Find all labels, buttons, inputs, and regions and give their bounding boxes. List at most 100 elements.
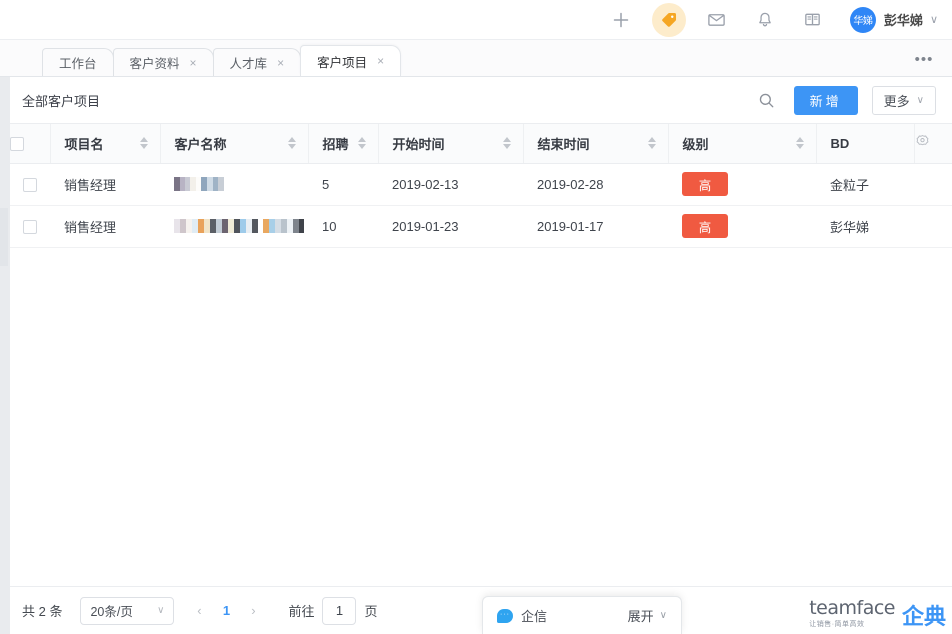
cell-project: 销售经理 (50, 205, 160, 248)
column-header-end-time[interactable]: 结束时间 (522, 124, 668, 164)
column-label: 开始时间 (392, 136, 445, 152)
column-header-level[interactable]: 级别 (667, 124, 816, 164)
chat-expand-button[interactable]: 展开 ∨ (628, 606, 667, 625)
cell-bd: 彭华娣 (816, 205, 914, 248)
mail-icon[interactable] (700, 3, 734, 37)
page-unit-label: 页 (364, 604, 378, 619)
column-header-project[interactable]: 项目名 (49, 124, 160, 164)
user-menu[interactable]: 华娣 彭华娣 ∨ (849, 6, 938, 33)
chevron-down-icon: ∨ (157, 605, 165, 616)
status-badge: 高 (682, 172, 728, 196)
tab-customer-project[interactable]: 客户项目 × (300, 45, 402, 76)
tab-label: 人才库 (229, 57, 268, 71)
tab-label: 客户项目 (317, 55, 368, 70)
app-root: 华娣 彭华娣 ∨ 工作台 客户资料 × 人才库 × 客户项目 × ••• 全部客… (0, 0, 952, 634)
data-table-container: 项目名 客户名称 招聘 开始时间 结束时间 级别 BD 销售经理 5 2019-… (10, 124, 952, 596)
column-label: 级别 (682, 136, 709, 152)
more-button-label: 更多 (883, 93, 910, 109)
select-all-checkbox[interactable] (10, 137, 24, 152)
watermark-brand: teamface (809, 597, 895, 619)
row-select-cell (10, 163, 50, 206)
cell-end-time: 2019-02-28 (523, 163, 668, 206)
cell-start-time: 2019-02-13 (378, 163, 523, 206)
toolbar-actions: 新增 更多 ∨ (754, 85, 936, 115)
goto-label: 前往 (288, 604, 315, 619)
gear-icon[interactable] (915, 134, 930, 149)
row-select-cell (10, 205, 50, 248)
chat-widget[interactable]: ··· 企信 展开 ∨ (482, 596, 682, 634)
book-icon[interactable] (796, 3, 830, 37)
cell-project: 销售经理 (50, 163, 160, 206)
sort-icon[interactable] (502, 137, 511, 150)
column-header-customer[interactable]: 客户名称 (159, 124, 308, 164)
plus-icon[interactable] (604, 3, 638, 37)
cell-actions (914, 163, 952, 206)
column-header-bd[interactable]: BD (815, 124, 914, 164)
search-icon[interactable] (754, 87, 780, 113)
cell-bd: 金粒子 (816, 163, 914, 206)
add-button[interactable]: 新增 (793, 85, 858, 115)
tab-customer-profile[interactable]: 客户资料 × (112, 48, 214, 76)
page-number-1[interactable]: 1 (212, 597, 240, 625)
list-toolbar: 全部客户项目 新增 更多 ∨ (10, 77, 952, 124)
top-bar: 华娣 彭华娣 ∨ (0, 0, 952, 40)
content-panel: 全部客户项目 新增 更多 ∨ 项目名 客户名称 招聘 开始时间 结束时间 级别 … (10, 77, 952, 634)
column-header-start-time[interactable]: 开始时间 (377, 124, 523, 164)
table-row[interactable]: 销售经理 (10, 205, 952, 248)
goto-page-group: 前往 1 页 (288, 596, 378, 625)
column-header-hire[interactable]: 招聘 (307, 124, 378, 164)
column-label: 项目名 (64, 136, 104, 152)
cell-actions (914, 205, 952, 248)
sort-icon[interactable] (139, 137, 148, 150)
sort-icon[interactable] (357, 137, 366, 150)
table-header-row: 项目名 客户名称 招聘 开始时间 结束时间 级别 BD (10, 124, 952, 164)
watermark-left: teamface 让销售·简单高效 (809, 597, 895, 629)
collapsed-sidebar[interactable] (0, 77, 10, 634)
prev-page-button[interactable]: ‹ (186, 597, 212, 625)
chevron-down-icon: ∨ (929, 14, 938, 26)
bell-icon[interactable] (748, 3, 782, 37)
tab-label: 工作台 (59, 57, 97, 71)
chevron-down-icon: ∨ (659, 610, 667, 621)
tab-label: 客户资料 (129, 57, 180, 71)
page-title: 全部客户项目 (22, 93, 101, 109)
tab-talent-pool[interactable]: 人才库 × (212, 48, 302, 76)
sidebar-handle[interactable] (0, 208, 8, 266)
close-icon[interactable]: × (190, 57, 197, 69)
page-size-value: 20条/页 (90, 605, 133, 619)
next-page-button[interactable]: › (240, 597, 266, 625)
cell-hire: 5 (308, 163, 378, 206)
tab-bar: 工作台 客户资料 × 人才库 × 客户项目 × ••• (0, 40, 952, 77)
row-checkbox[interactable] (23, 219, 37, 234)
table-head: 项目名 客户名称 招聘 开始时间 结束时间 级别 BD (10, 124, 952, 164)
cell-level: 高 (668, 205, 816, 248)
watermark-cn: 企典 (901, 604, 946, 629)
more-button[interactable]: 更多 ∨ (871, 85, 936, 115)
watermark-tagline: 让销售·简单高效 (809, 621, 865, 628)
table-body: 销售经理 5 2019-02-13 2019-02-28 高 金粒子 销售经理 … (10, 163, 952, 248)
tab-workbench[interactable]: 工作台 (42, 48, 114, 76)
tab-overflow-menu-icon[interactable]: ••• (912, 49, 936, 69)
user-name: 彭华娣 (883, 13, 923, 28)
column-settings-header (913, 124, 952, 164)
row-checkbox[interactable] (23, 177, 37, 192)
sort-icon[interactable] (287, 137, 296, 150)
goto-page-input[interactable]: 1 (322, 596, 357, 625)
close-icon[interactable]: × (277, 57, 284, 69)
sort-icon[interactable] (647, 137, 656, 150)
chat-bubble-icon: ··· (497, 608, 513, 623)
tag-icon[interactable] (651, 2, 686, 37)
table-row[interactable]: 销售经理 (10, 163, 952, 206)
page-size-select[interactable]: 20条/页 ∨ (80, 596, 175, 625)
sort-icon[interactable] (795, 137, 804, 150)
close-icon[interactable]: × (377, 55, 384, 67)
avatar: 华娣 (849, 6, 876, 33)
brand-watermark: teamface 让销售·简单高效 企典 (809, 597, 946, 629)
column-label: 客户名称 (174, 136, 227, 152)
cell-customer-redacted (160, 205, 308, 248)
cell-customer-redacted (160, 163, 308, 206)
column-label: 结束时间 (537, 136, 590, 152)
tab-list: 工作台 客户资料 × 人才库 × 客户项目 × (42, 39, 402, 76)
chat-label: 企信 (521, 609, 548, 624)
chevron-down-icon: ∨ (916, 94, 924, 106)
